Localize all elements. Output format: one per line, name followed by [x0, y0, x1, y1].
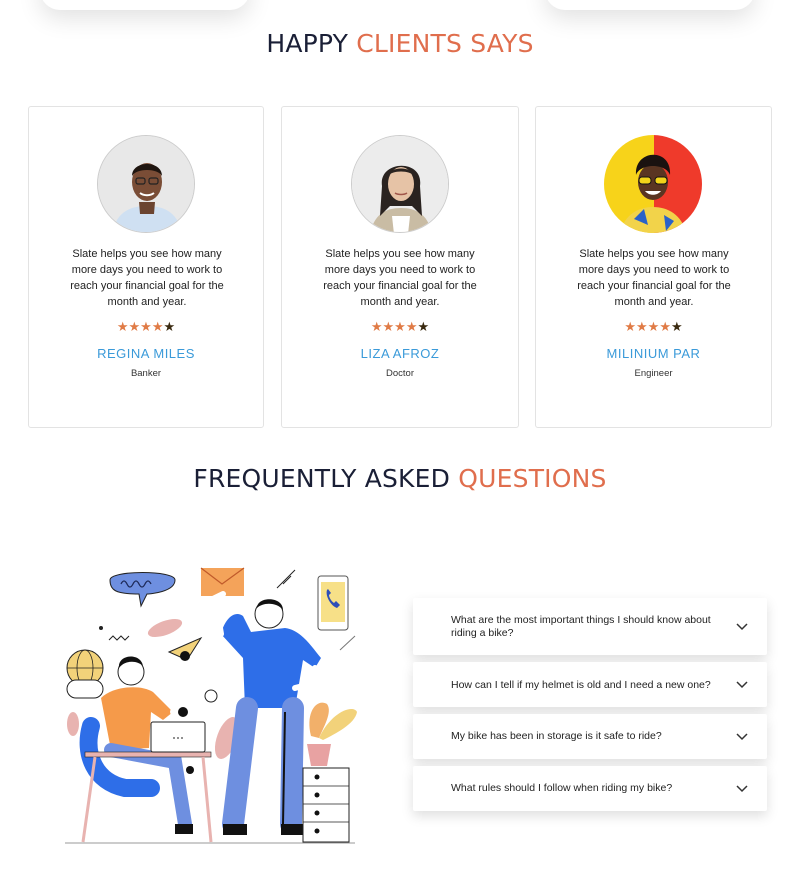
faq-item[interactable]: How can I tell if my helmet is old and I…	[413, 662, 767, 707]
faq-heading-accent: QUESTIONS	[458, 464, 607, 493]
faq-item[interactable]: My bike has been in storage is it safe t…	[413, 714, 767, 759]
star-icon: ★	[151, 319, 164, 334]
testimonial-quote: Slate helps you see how many more days y…	[70, 248, 224, 308]
star-icon: ★	[394, 319, 406, 334]
faq-heading-main: FREQUENTLY ASKED	[193, 464, 451, 493]
client-name: LIZA AFROZ	[360, 346, 440, 361]
client-name: REGINA MILES	[97, 346, 195, 361]
faq-question: My bike has been in storage is it safe t…	[451, 730, 662, 742]
rating-stars: ★★★★★	[29, 319, 263, 335]
faq-question: How can I tell if my helmet is old and I…	[451, 679, 711, 691]
faq-heading: FREQUENTLY ASKED QUESTIONS	[0, 464, 800, 493]
testimonial-card: Slate helps you see how many more days y…	[281, 106, 519, 428]
star-icon: ★	[128, 319, 141, 334]
client-avatar	[351, 135, 449, 233]
star-icon: ★	[670, 319, 683, 334]
previous-section-card-shadow	[40, 0, 250, 10]
client-name: MILINIUM PAR	[606, 346, 701, 361]
star-icon: ★	[647, 319, 660, 334]
testimonial-quote: Slate helps you see how many more days y…	[577, 248, 731, 308]
testimonials-heading-accent: CLIENTS SAYS	[356, 29, 534, 58]
faq-item[interactable]: What are the most important things I sho…	[413, 598, 767, 655]
star-icon: ★	[382, 319, 395, 334]
testimonial-quote: Slate helps you see how many more days y…	[323, 248, 477, 308]
faq-question: What rules should I follow when riding m…	[451, 782, 673, 794]
client-avatar	[604, 135, 702, 233]
testimonials-heading: HAPPY CLIENTS SAYS	[0, 29, 800, 58]
star-icon: ★	[636, 319, 648, 334]
chevron-down-icon[interactable]	[735, 784, 749, 794]
star-icon: ★	[417, 319, 430, 334]
chevron-down-icon[interactable]	[735, 680, 749, 690]
client-role: Banker	[130, 368, 162, 379]
star-icon: ★	[163, 319, 176, 334]
star-icon: ★	[405, 319, 418, 334]
testimonials-heading-main: HAPPY	[266, 29, 349, 58]
testimonial-card: Slate helps you see how many more days y…	[535, 106, 772, 428]
client-role: Engineer	[634, 368, 673, 379]
faq-item[interactable]: What rules should I follow when riding m…	[413, 766, 767, 811]
client-role: Doctor	[386, 368, 414, 379]
faq-illustration	[65, 567, 357, 844]
faq-question: What are the most important things I sho…	[451, 614, 711, 639]
client-avatar	[97, 135, 195, 233]
rating-stars: ★★★★★	[536, 319, 771, 335]
star-icon: ★	[116, 319, 129, 334]
rating-stars: ★★★★★	[282, 319, 518, 335]
star-icon: ★	[140, 319, 152, 334]
star-icon: ★	[624, 319, 637, 334]
chevron-down-icon[interactable]	[735, 622, 749, 632]
previous-section-card-shadow	[545, 0, 755, 10]
star-icon: ★	[370, 319, 383, 334]
chevron-down-icon[interactable]	[735, 732, 749, 742]
star-icon: ★	[659, 319, 671, 334]
testimonial-card: Slate helps you see how many more days y…	[28, 106, 264, 428]
